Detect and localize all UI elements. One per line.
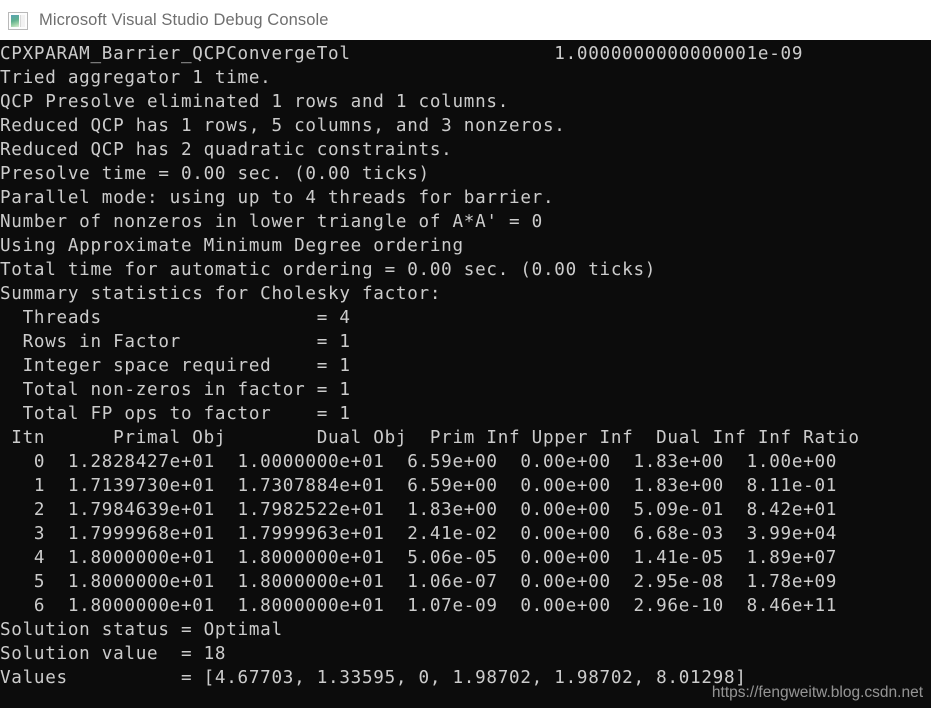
- console-line: Total non-zeros in factor = 1: [0, 380, 351, 400]
- console-line: Rows in Factor = 1: [0, 332, 351, 352]
- console-line: Values = [4.67703, 1.33595, 0, 1.98702, …: [0, 668, 747, 688]
- console-window-icon: [8, 11, 28, 30]
- console-line: Presolve time = 0.00 sec. (0.00 ticks): [0, 164, 430, 184]
- console-line: Reduced QCP has 1 rows, 5 columns, and 3…: [0, 116, 566, 136]
- console-line: CPXPARAM_Barrier_QCPConvergeTol 1.000000…: [0, 44, 804, 64]
- console-line: Reduced QCP has 2 quadratic constraints.: [0, 140, 453, 160]
- console-line: 6 1.8000000e+01 1.8000000e+01 1.07e-09 0…: [0, 596, 838, 616]
- console-line: QCP Presolve eliminated 1 rows and 1 col…: [0, 92, 510, 112]
- console-icon-left-pane: [11, 14, 19, 27]
- console-line: Integer space required = 1: [0, 356, 351, 376]
- console-line: 5 1.8000000e+01 1.8000000e+01 1.06e-07 0…: [0, 572, 838, 592]
- console-icon-right-pane: [20, 14, 25, 27]
- console-text-block: CPXPARAM_Barrier_QCPConvergeTol 1.000000…: [0, 40, 931, 690]
- console-line: 4 1.8000000e+01 1.8000000e+01 5.06e-05 0…: [0, 548, 838, 568]
- debug-console-window: Microsoft Visual Studio Debug Console CP…: [0, 0, 931, 708]
- console-line: Number of nonzeros in lower triangle of …: [0, 212, 543, 232]
- console-line: Tried aggregator 1 time.: [0, 68, 272, 88]
- console-line: Total FP ops to factor = 1: [0, 404, 351, 424]
- console-line: 1 1.7139730e+01 1.7307884e+01 6.59e+00 0…: [0, 476, 838, 496]
- console-line: Solution status = Optimal: [0, 620, 283, 640]
- console-line: 3 1.7999968e+01 1.7999963e+01 2.41e-02 0…: [0, 524, 838, 544]
- console-line: Solution value = 18: [0, 644, 227, 664]
- console-line: 0 1.2828427e+01 1.0000000e+01 6.59e+00 0…: [0, 452, 838, 472]
- console-line: 2 1.7984639e+01 1.7982522e+01 1.83e+00 0…: [0, 500, 838, 520]
- title-bar: Microsoft Visual Studio Debug Console: [0, 0, 931, 40]
- window-title: Microsoft Visual Studio Debug Console: [39, 10, 329, 29]
- console-line: Total time for automatic ordering = 0.00…: [0, 260, 657, 280]
- console-line: Using Approximate Minimum Degree orderin…: [0, 236, 464, 256]
- console-line: Threads = 4: [0, 308, 351, 328]
- console-output-area[interactable]: CPXPARAM_Barrier_QCPConvergeTol 1.000000…: [0, 40, 931, 708]
- console-line: Summary statistics for Cholesky factor:: [0, 284, 442, 304]
- console-line: Parallel mode: using up to 4 threads for…: [0, 188, 555, 208]
- console-line: Itn Primal Obj Dual Obj Prim Inf Upper I…: [0, 428, 860, 448]
